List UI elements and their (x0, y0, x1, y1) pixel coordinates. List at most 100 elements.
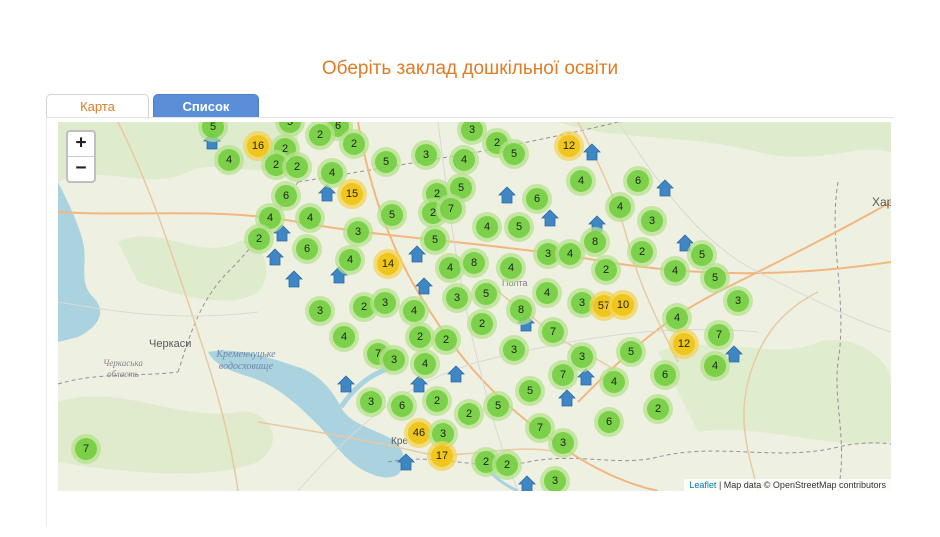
cluster-marker[interactable]: 14 (373, 249, 403, 279)
cluster-marker[interactable]: 4 (532, 278, 562, 308)
tab-list[interactable]: Список (153, 94, 259, 118)
leaflet-link[interactable]: Leaflet (689, 480, 716, 490)
cluster-marker[interactable]: 3 (723, 286, 753, 316)
cluster-marker[interactable]: 6 (292, 234, 322, 264)
cluster-marker[interactable]: 12 (669, 329, 699, 359)
cluster-marker[interactable]: 2 (627, 237, 657, 267)
cluster-marker[interactable]: 10 (608, 290, 638, 320)
cluster-marker[interactable]: 7 (538, 317, 568, 347)
cluster-marker[interactable]: 6 (623, 166, 653, 196)
cluster-marker[interactable]: 6 (387, 391, 417, 421)
cluster-marker[interactable]: 3 (343, 217, 373, 247)
cluster-count: 4 (536, 282, 558, 304)
zoom-in-button[interactable]: + (68, 132, 94, 156)
cluster-count: 6 (526, 188, 548, 210)
school-marker-icon[interactable] (266, 248, 284, 266)
cluster-marker[interactable]: 7 (704, 320, 734, 350)
cluster-count: 6 (275, 185, 297, 207)
cluster-marker[interactable]: 4 (335, 245, 365, 275)
cluster-marker[interactable]: 2 (492, 450, 522, 480)
cluster-marker[interactable]: 5 (377, 200, 407, 230)
cluster-count: 4 (664, 260, 686, 282)
cluster-marker[interactable]: 6 (650, 360, 680, 390)
cluster-marker[interactable]: 5 (499, 139, 529, 169)
cluster-marker[interactable]: 2 (591, 255, 621, 285)
cluster-marker[interactable]: 3 (637, 206, 667, 236)
cluster-marker[interactable]: 3 (548, 428, 578, 458)
cluster-marker[interactable]: 4 (295, 203, 325, 233)
cluster-marker[interactable]: 2 (467, 309, 497, 339)
cluster-marker[interactable]: 3 (442, 283, 472, 313)
school-marker-icon[interactable] (415, 277, 433, 295)
cluster-marker[interactable]: 4 (605, 192, 635, 222)
cluster-count: 5 (381, 204, 403, 226)
cluster-marker[interactable]: 7 (436, 194, 466, 224)
cluster-marker[interactable]: 5 (616, 337, 646, 367)
cluster-marker[interactable]: 4 (566, 166, 596, 196)
cluster-marker[interactable]: 12 (554, 131, 584, 161)
cluster-marker[interactable]: 5 (515, 376, 545, 406)
cluster-marker[interactable]: 3 (411, 140, 441, 170)
cluster-count: 6 (654, 364, 676, 386)
cluster-count: 46 (408, 422, 430, 444)
school-marker-icon[interactable] (656, 179, 674, 197)
cluster-count: 3 (461, 122, 483, 141)
cluster-marker[interactable]: 8 (506, 295, 536, 325)
cluster-marker[interactable]: 4 (700, 351, 730, 381)
cluster-marker[interactable]: 3 (305, 296, 335, 326)
cluster-marker[interactable]: 2 (422, 386, 452, 416)
tab-map[interactable]: Карта (46, 94, 149, 119)
cluster-marker[interactable]: 5 (371, 147, 401, 177)
school-marker-icon[interactable] (498, 186, 516, 204)
cluster-marker[interactable]: 5 (700, 263, 730, 293)
cluster-marker[interactable]: 5 (504, 212, 534, 242)
cluster-marker[interactable]: 5 (420, 225, 450, 255)
cluster-marker[interactable]: 3 (499, 335, 529, 365)
cluster-marker[interactable]: 3 (540, 466, 570, 491)
zoom-out-button[interactable]: − (68, 156, 94, 181)
cluster-marker[interactable]: 4 (472, 212, 502, 242)
cluster-count: 5 (375, 151, 397, 173)
cluster-marker[interactable]: 4 (449, 145, 479, 175)
cluster-marker[interactable]: 6 (594, 407, 624, 437)
cluster-marker[interactable]: 4 (329, 322, 359, 352)
cluster-marker[interactable]: 7 (548, 360, 578, 390)
school-marker-icon[interactable] (558, 389, 576, 407)
school-marker-icon[interactable] (397, 453, 415, 471)
map-view[interactable]: + − Черкаська область Черкаси Кременчуць… (58, 122, 891, 491)
school-marker-icon[interactable] (337, 375, 355, 393)
cluster-marker[interactable]: 17 (427, 441, 457, 471)
cluster-count: 7 (440, 198, 462, 220)
cluster-count: 5 (508, 216, 530, 238)
cluster-marker[interactable]: 2 (244, 224, 274, 254)
cluster-count: 2 (343, 133, 365, 155)
cluster-marker[interactable]: 2 (282, 152, 312, 182)
cluster-marker[interactable]: 4 (496, 253, 526, 283)
school-marker-icon[interactable] (583, 143, 601, 161)
cluster-marker[interactable]: 2 (454, 399, 484, 429)
cluster-marker[interactable]: 15 (337, 179, 367, 209)
cluster-marker[interactable]: 5 (471, 279, 501, 309)
school-marker-icon[interactable] (285, 270, 303, 288)
cluster-marker[interactable]: 3 (370, 288, 400, 318)
cluster-marker[interactable]: 4 (399, 296, 429, 326)
cluster-marker[interactable]: 4 (214, 145, 244, 175)
cluster-count: 3 (360, 391, 382, 413)
cluster-marker[interactable]: 2 (339, 129, 369, 159)
cluster-marker[interactable]: 2 (431, 325, 461, 355)
cluster-marker[interactable]: 7 (71, 434, 101, 464)
cluster-count: 7 (75, 438, 97, 460)
cluster-marker[interactable]: 4 (410, 349, 440, 379)
cluster-marker[interactable]: 8 (459, 248, 489, 278)
cluster-count: 4 (476, 216, 498, 238)
cluster-marker[interactable]: 5 (483, 391, 513, 421)
cluster-marker[interactable]: 4 (555, 239, 585, 269)
school-marker-icon[interactable] (518, 475, 536, 491)
cluster-marker[interactable]: 3 (356, 387, 386, 417)
cluster-marker[interactable]: 4 (660, 256, 690, 286)
school-marker-icon[interactable] (447, 365, 465, 383)
cluster-marker[interactable]: 3 (379, 345, 409, 375)
cluster-marker[interactable]: 6 (522, 184, 552, 214)
cluster-marker[interactable]: 4 (599, 367, 629, 397)
cluster-marker[interactable]: 2 (643, 394, 673, 424)
